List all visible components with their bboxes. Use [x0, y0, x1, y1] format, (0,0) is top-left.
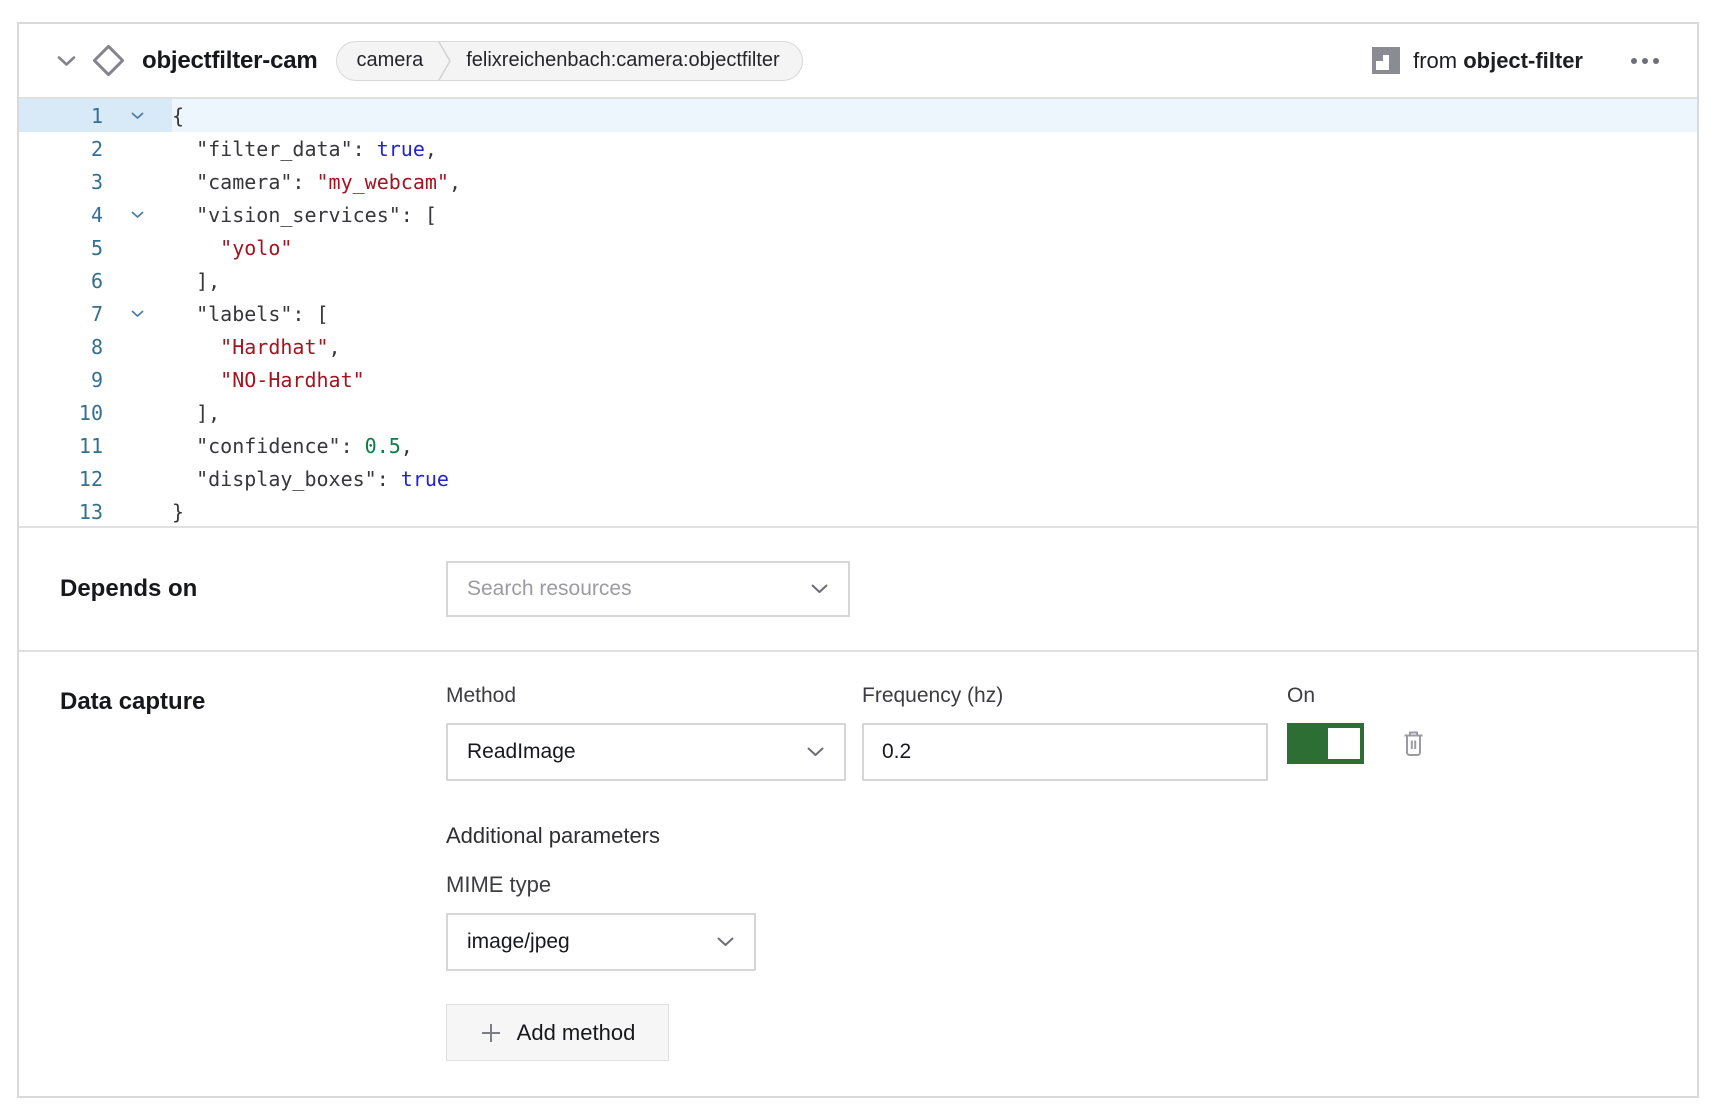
line-number: 12 [19, 467, 103, 491]
frequency-label: Frequency (hz) [862, 684, 1268, 708]
search-resources-select[interactable]: Search resources [446, 561, 850, 617]
line-gutter: 2 [19, 132, 172, 165]
chevron-down-icon [811, 584, 828, 594]
resource-card: objectfilter-cam camera felixreichenbach… [17, 22, 1699, 1098]
line-number: 8 [19, 335, 103, 359]
line-number: 2 [19, 137, 103, 161]
line-gutter: 12 [19, 462, 172, 495]
data-capture-label: Data capture [60, 684, 446, 1061]
line-gutter: 9 [19, 363, 172, 396]
code-line-10[interactable]: 10 ], [19, 396, 1697, 429]
badge-separator-icon [437, 41, 452, 81]
method-select[interactable]: ReadImage [446, 723, 846, 781]
code-text: } [172, 500, 184, 524]
line-gutter: 13 [19, 495, 172, 528]
code-text: "NO-Hardhat" [172, 368, 365, 392]
data-capture-section: Data capture Method ReadImage Frequency … [19, 652, 1697, 1061]
search-resources-placeholder: Search resources [467, 577, 632, 601]
capture-toggle-field: On [1287, 684, 1426, 781]
code-text: ], [172, 269, 220, 293]
method-field: Method ReadImage [446, 684, 846, 781]
code-line-5[interactable]: 5 "yolo" [19, 231, 1697, 264]
resource-type-badge: camera felixreichenbach:camera:objectfil… [336, 41, 803, 81]
code-line-7[interactable]: 7 "labels": [ [19, 297, 1697, 330]
resource-model-label: felixreichenbach:camera:objectfilter [452, 49, 802, 72]
toggle-on-label: On [1287, 684, 1426, 708]
method-label: Method [446, 684, 846, 708]
depends-on-section: Depends on Search resources [19, 528, 1697, 652]
camera-component-icon [88, 49, 128, 72]
collapse-chevron-icon[interactable] [57, 55, 76, 67]
code-text: "confidence": 0.5, [172, 434, 413, 458]
from-module-text: from object-filter [1413, 48, 1583, 74]
line-number: 3 [19, 170, 103, 194]
mime-type-select[interactable]: image/jpeg [446, 913, 756, 971]
chevron-down-icon [807, 747, 824, 757]
additional-parameters-label: Additional parameters [446, 823, 1426, 849]
code-line-13[interactable]: 13} [19, 495, 1697, 528]
code-text: "yolo" [172, 236, 292, 260]
line-gutter: 7 [19, 297, 172, 330]
line-number: 13 [19, 500, 103, 524]
code-text: "Hardhat", [172, 335, 341, 359]
add-method-button[interactable]: Add method [446, 1004, 669, 1061]
capture-on-toggle[interactable] [1287, 723, 1364, 764]
code-line-6[interactable]: 6 ], [19, 264, 1697, 297]
code-line-1[interactable]: 1{ [19, 99, 1697, 132]
line-gutter: 5 [19, 231, 172, 264]
line-number: 11 [19, 434, 103, 458]
line-gutter: 11 [19, 429, 172, 462]
code-text: ], [172, 401, 220, 425]
line-gutter: 6 [19, 264, 172, 297]
line-gutter: 10 [19, 396, 172, 429]
add-method-label: Add method [517, 1020, 636, 1046]
code-text: "filter_data": true, [172, 137, 437, 161]
code-text: "labels": [ [172, 302, 329, 326]
line-number: 6 [19, 269, 103, 293]
line-number: 5 [19, 236, 103, 260]
line-gutter: 1 [19, 99, 172, 132]
frequency-field: Frequency (hz) [862, 684, 1268, 781]
code-line-12[interactable]: 12 "display_boxes": true [19, 462, 1697, 495]
line-gutter: 8 [19, 330, 172, 363]
line-number: 7 [19, 302, 103, 326]
ellipsis-menu-button[interactable] [1629, 52, 1661, 70]
code-line-3[interactable]: 3 "camera": "my_webcam", [19, 165, 1697, 198]
from-module-name: object-filter [1463, 48, 1583, 73]
code-line-9[interactable]: 9 "NO-Hardhat" [19, 363, 1697, 396]
code-line-2[interactable]: 2 "filter_data": true, [19, 132, 1697, 165]
resource-title: objectfilter-cam [142, 47, 318, 75]
line-number: 10 [19, 401, 103, 425]
plus-icon [480, 1022, 502, 1044]
code-line-11[interactable]: 11 "confidence": 0.5, [19, 429, 1697, 462]
code-text: "display_boxes": true [172, 467, 449, 491]
mime-type-label: MIME type [446, 872, 1426, 898]
toggle-knob [1328, 728, 1360, 759]
fold-chevron-icon[interactable] [103, 310, 172, 318]
line-number: 1 [19, 104, 103, 128]
code-text: "vision_services": [ [172, 203, 437, 227]
line-gutter: 3 [19, 165, 172, 198]
mime-type-value: image/jpeg [467, 930, 570, 954]
code-editor[interactable]: 1{2 "filter_data": true,3 "camera": "my_… [19, 99, 1697, 528]
data-capture-form: Method ReadImage Frequency (hz) On [446, 684, 1426, 1061]
code-line-8[interactable]: 8 "Hardhat", [19, 330, 1697, 363]
depends-on-label: Depends on [60, 575, 446, 603]
code-text: { [172, 104, 184, 128]
resource-card-header: objectfilter-cam camera felixreichenbach… [19, 24, 1697, 99]
fold-chevron-icon[interactable] [103, 112, 172, 120]
code-line-4[interactable]: 4 "vision_services": [ [19, 198, 1697, 231]
code-text: "camera": "my_webcam", [172, 170, 461, 194]
module-icon [1372, 47, 1400, 74]
fold-chevron-icon[interactable] [103, 211, 172, 219]
method-value: ReadImage [467, 740, 576, 764]
header-right-group: from object-filter [1372, 47, 1661, 74]
delete-method-button[interactable] [1401, 729, 1426, 758]
frequency-input[interactable] [862, 723, 1268, 781]
chevron-down-icon [717, 937, 734, 947]
line-gutter: 4 [19, 198, 172, 231]
resource-type-label: camera [337, 49, 438, 72]
line-number: 4 [19, 203, 103, 227]
line-number: 9 [19, 368, 103, 392]
